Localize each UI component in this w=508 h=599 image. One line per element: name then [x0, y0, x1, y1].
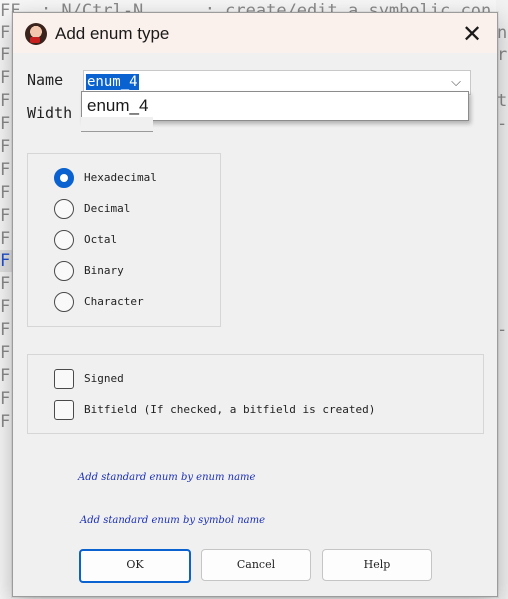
add-standard-enum-by-enum-name-link[interactable]: Add standard enum by enum name [78, 472, 255, 483]
radio-label: Hexadecimal [84, 171, 157, 184]
add-standard-enum-by-symbol-name-link[interactable]: Add standard enum by symbol name [80, 515, 265, 526]
radio-label: Binary [84, 264, 124, 277]
name-label: Name [27, 71, 64, 89]
name-value[interactable]: enum_4 [86, 74, 139, 90]
radio-label: Octal [84, 233, 118, 246]
radio-button[interactable] [54, 199, 74, 219]
cancel-button[interactable]: Cancel [201, 549, 311, 581]
dropdown-item[interactable]: enum_4 [87, 95, 148, 117]
radio-button[interactable] [54, 230, 74, 250]
radio-button[interactable] [54, 261, 74, 281]
app-logo-icon [25, 23, 47, 45]
editor-right-text: th [497, 91, 508, 111]
checkbox-label: Signed [84, 372, 124, 385]
width-field[interactable] [81, 117, 153, 132]
radio-label: Decimal [84, 202, 131, 215]
close-icon: ✕ [461, 20, 483, 48]
dialog-titlebar[interactable]: Add enum type ✕ [13, 13, 497, 53]
help-button[interactable]: Help [322, 549, 432, 581]
dialog-title: Add enum type [55, 24, 170, 43]
editor-right-text: -- [497, 320, 508, 340]
radio-button[interactable] [54, 292, 74, 312]
checkbox-label: Bitfield (If checked, a bitfield is crea… [84, 403, 376, 416]
options-group: Signed Bitfield (If checked, a bitfield … [27, 354, 484, 434]
editor-right-text: -- [497, 114, 508, 134]
editor-right-text: nt [497, 23, 508, 43]
close-button[interactable]: ✕ [451, 17, 493, 51]
ok-button[interactable]: OK [79, 549, 191, 583]
radio-label: Character [84, 295, 144, 308]
radix-group: Hexadecimal Decimal Octal Binary Charact… [27, 153, 221, 327]
add-enum-dialog: Add enum type ✕ Name enum_4 ⌵ enum_4 Wid… [12, 12, 498, 597]
editor-right-text: r [497, 45, 508, 65]
width-label: Width [27, 104, 73, 122]
checkbox[interactable] [54, 369, 74, 389]
chevron-down-icon[interactable]: ⌵ [446, 74, 466, 92]
checkbox[interactable] [54, 400, 74, 420]
radio-button[interactable] [54, 168, 74, 188]
